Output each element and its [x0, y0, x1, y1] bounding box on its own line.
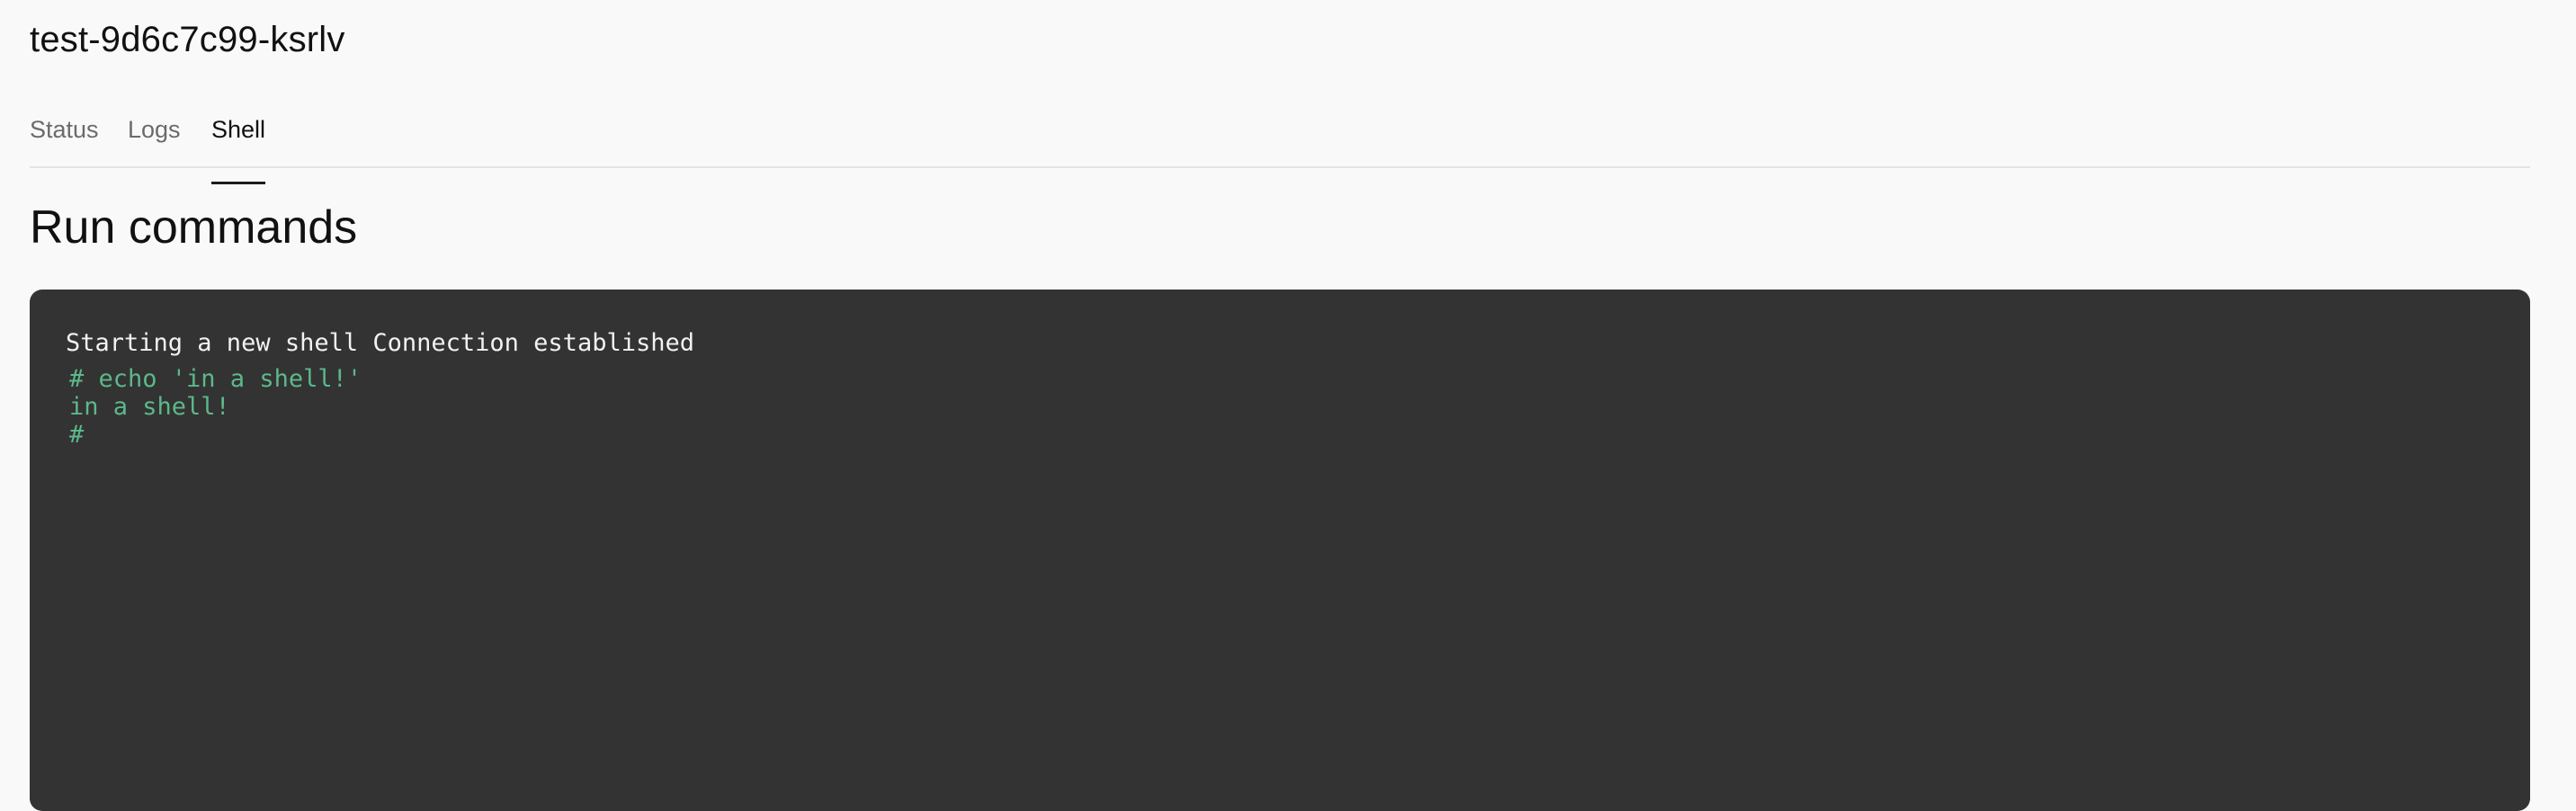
tab-shell[interactable]: Shell	[211, 111, 266, 184]
terminal-status-message: Starting a new shell Connection establis…	[66, 329, 694, 357]
tab-logs[interactable]: Logs	[128, 111, 181, 147]
terminal-console[interactable]: Starting a new shell Connection establis…	[30, 290, 2530, 811]
pod-detail-page: test-9d6c7c99-ksrlv Status Logs Shell Ru…	[30, 0, 2530, 811]
section-title: Run commands	[30, 201, 358, 254]
tab-status[interactable]: Status	[30, 111, 99, 147]
tab-bar: Status Logs Shell	[30, 94, 2530, 184]
terminal-prompt[interactable]: #	[69, 421, 362, 449]
terminal-line: in a shell!	[69, 393, 230, 421]
pod-title: test-9d6c7c99-ksrlv	[30, 20, 345, 59]
terminal-line: # echo 'in a shell!'	[69, 365, 362, 393]
terminal-output: # echo 'in a shell!' in a shell! #	[69, 365, 362, 449]
